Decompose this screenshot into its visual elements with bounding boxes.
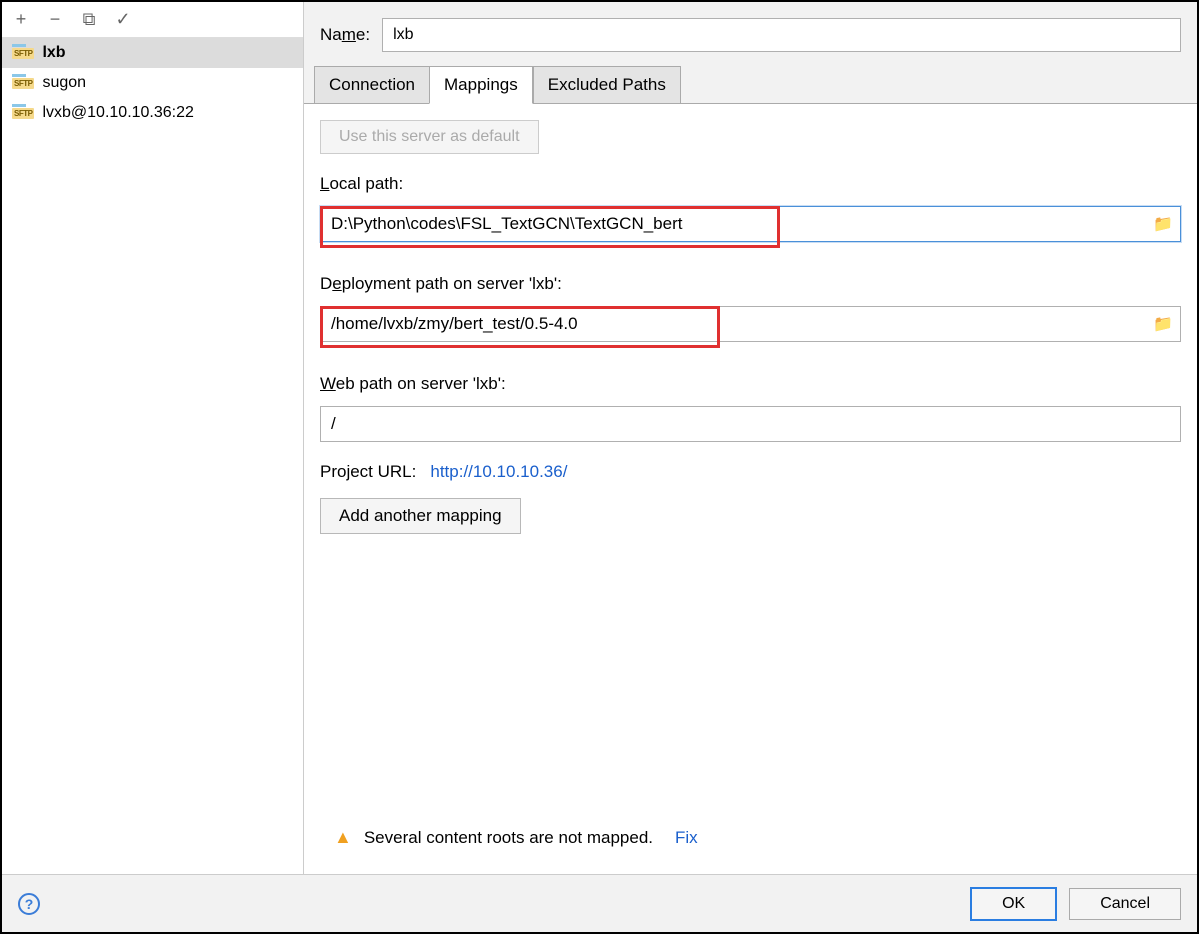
add-icon[interactable]: + — [10, 9, 32, 31]
tab-connection[interactable]: Connection — [314, 66, 429, 104]
name-label: Name: — [320, 25, 370, 45]
project-url-row: Project URL: http://10.10.10.36/ — [320, 462, 1181, 482]
server-list: SFTP lxb SFTP sugon SFTP lvxb@10.10.10.3… — [2, 38, 303, 874]
sftp-icon: SFTP — [12, 108, 34, 119]
sftp-icon: SFTP — [12, 78, 34, 89]
sftp-icon: SFTP — [12, 48, 34, 59]
add-mapping-button[interactable]: Add another mapping — [320, 498, 521, 534]
deployment-path-label: Deployment path on server 'lxb': — [320, 274, 1181, 294]
deployment-path-input[interactable] — [320, 306, 1181, 342]
main-area: + − ⧉ ✓ SFTP lxb SFTP sugon SFTP lvxb@10… — [2, 2, 1197, 874]
project-url-label: Project URL: — [320, 462, 416, 482]
content-panel: Name: Connection Mappings Excluded Paths… — [304, 2, 1197, 874]
name-input[interactable] — [382, 18, 1181, 52]
server-item-lvxb[interactable]: SFTP lvxb@10.10.10.36:22 — [2, 98, 303, 128]
ok-button[interactable]: OK — [970, 887, 1057, 921]
fix-link[interactable]: Fix — [675, 828, 698, 848]
local-path-wrap: 📁 — [320, 206, 1181, 242]
server-name: lxb — [42, 44, 65, 62]
web-path-wrap — [320, 406, 1181, 442]
sidebar: + − ⧉ ✓ SFTP lxb SFTP sugon SFTP lvxb@10… — [2, 2, 304, 874]
bottom-bar: ? OK Cancel — [2, 874, 1197, 932]
server-item-sugon[interactable]: SFTP sugon — [2, 68, 303, 98]
mappings-panel: Use this server as default Local path: 📁… — [304, 104, 1197, 874]
server-item-lxb[interactable]: SFTP lxb — [2, 38, 303, 68]
tab-excluded-paths[interactable]: Excluded Paths — [533, 66, 681, 104]
warning-text: Several content roots are not mapped. — [364, 828, 653, 848]
web-path-input[interactable] — [320, 406, 1181, 442]
folder-icon[interactable]: 📁 — [1153, 314, 1173, 334]
tab-mappings[interactable]: Mappings — [429, 66, 533, 104]
warning-row: ▲ Several content roots are not mapped. … — [320, 817, 1181, 858]
use-as-default-button: Use this server as default — [320, 120, 539, 154]
server-name: sugon — [42, 74, 86, 92]
name-row: Name: — [304, 2, 1197, 66]
deploy-path-wrap: 📁 — [320, 306, 1181, 342]
web-path-label: Web path on server 'lxb': — [320, 374, 1181, 394]
remove-icon[interactable]: − — [44, 9, 66, 31]
deployment-dialog: + − ⧉ ✓ SFTP lxb SFTP sugon SFTP lvxb@10… — [0, 0, 1199, 934]
tabs: Connection Mappings Excluded Paths — [304, 66, 1197, 104]
server-name: lvxb@10.10.10.36:22 — [42, 104, 193, 122]
cancel-button[interactable]: Cancel — [1069, 888, 1181, 920]
folder-icon[interactable]: 📁 — [1153, 214, 1173, 234]
local-path-label: Local path: — [320, 174, 1181, 194]
copy-icon[interactable]: ⧉ — [78, 9, 100, 31]
project-url-link[interactable]: http://10.10.10.36/ — [430, 462, 567, 482]
local-path-input[interactable] — [320, 206, 1181, 242]
help-icon[interactable]: ? — [18, 893, 40, 915]
warning-icon: ▲ — [334, 827, 352, 848]
sidebar-toolbar: + − ⧉ ✓ — [2, 2, 303, 38]
check-icon[interactable]: ✓ — [112, 9, 134, 31]
